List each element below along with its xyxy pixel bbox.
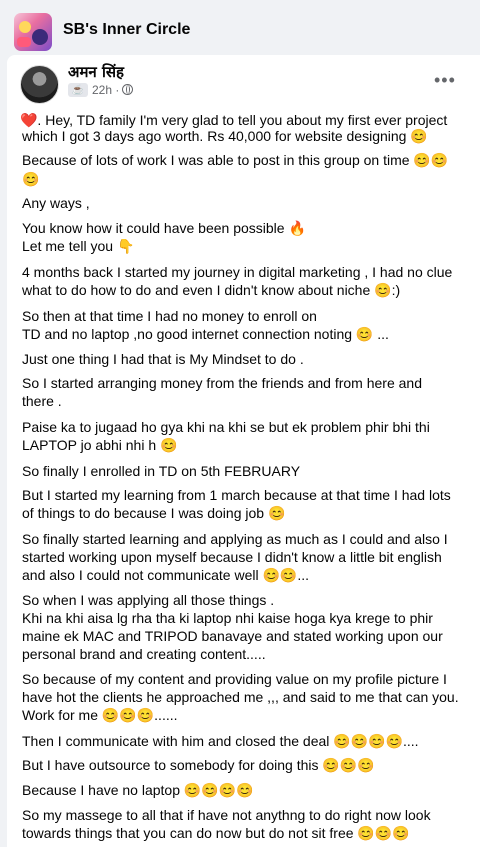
- post-line: So then at that time I had no money to e…: [22, 308, 317, 324]
- post-line: started working upon myself because I di…: [22, 549, 442, 565]
- globe-icon: [122, 84, 134, 95]
- post-line: But I have outsource to somebody for doi…: [22, 757, 375, 773]
- post-line: But I started my learning from 1 march b…: [22, 487, 451, 503]
- post-line: of things to do because I was doing job …: [22, 505, 286, 521]
- post-line: and also I could not communicate well 😊😊…: [22, 567, 309, 583]
- post-line: So because of my content and providing v…: [22, 671, 447, 687]
- post-line: So finally I enrolled in TD on 5th FEBRU…: [22, 463, 301, 479]
- post-line: have hot the clients he approached me ,,…: [22, 689, 459, 705]
- post-line: 😊: [22, 171, 40, 187]
- post-line: Just one thing I had that is My Mindset …: [22, 351, 304, 367]
- coffee-badge-icon: ☕: [68, 83, 88, 97]
- post-line: So when I was applying all those things …: [22, 592, 275, 608]
- post-line: 4 months back I started my journey in di…: [22, 264, 453, 280]
- author-name[interactable]: अमन सिंह: [68, 62, 124, 82]
- post-line: Because of lots of work I was able to po…: [22, 152, 449, 168]
- post-line: LAPTOP jo abhi nhi h 😊: [22, 437, 178, 453]
- post-line: So I started arranging money from the fr…: [22, 375, 422, 391]
- more-options-icon[interactable]: •••: [434, 70, 456, 91]
- post-line: personal brand and creating content.....: [22, 646, 266, 662]
- post-line: TD and no laptop ,no good internet conne…: [22, 326, 389, 342]
- post-time: 22h ·: [92, 83, 120, 97]
- post-line: Let me tell you 👇: [22, 238, 135, 254]
- author-avatar[interactable]: [20, 65, 59, 104]
- group-name[interactable]: SB's Inner Circle: [63, 21, 190, 39]
- group-avatar[interactable]: [14, 13, 52, 51]
- group-header: SB's Inner Circle: [0, 0, 480, 55]
- post-line: Then I communicate with him and closed t…: [22, 733, 419, 749]
- post-line: You know how it could have been possible…: [22, 220, 306, 236]
- post-line: Khi na khi aisa lg rha tha ki laptop nhi…: [22, 610, 433, 626]
- post-line: So my massege to all that if have not an…: [22, 807, 431, 823]
- post-line: maine ek MAC and TRIPOD banavaye and sta…: [22, 628, 443, 644]
- post-line: Paise ka to jugaad ho gya khi na khi se …: [22, 419, 430, 435]
- post-line: which I got 3 days ago worth. Rs 40,000 …: [22, 128, 428, 144]
- post-line: what to do how to do and even I didn't k…: [22, 282, 401, 298]
- post-meta[interactable]: 22h ·: [92, 83, 134, 97]
- post-line: Any ways ,: [22, 195, 90, 211]
- post-line: Because I have no laptop 😊😊😊😊: [22, 782, 254, 798]
- post-line: there .: [22, 393, 62, 409]
- post-line: So finally started learning and applying…: [22, 531, 448, 547]
- post-line: towards things that you can do now but d…: [22, 825, 410, 841]
- post-line: Work for me 😊😊😊......: [22, 707, 178, 723]
